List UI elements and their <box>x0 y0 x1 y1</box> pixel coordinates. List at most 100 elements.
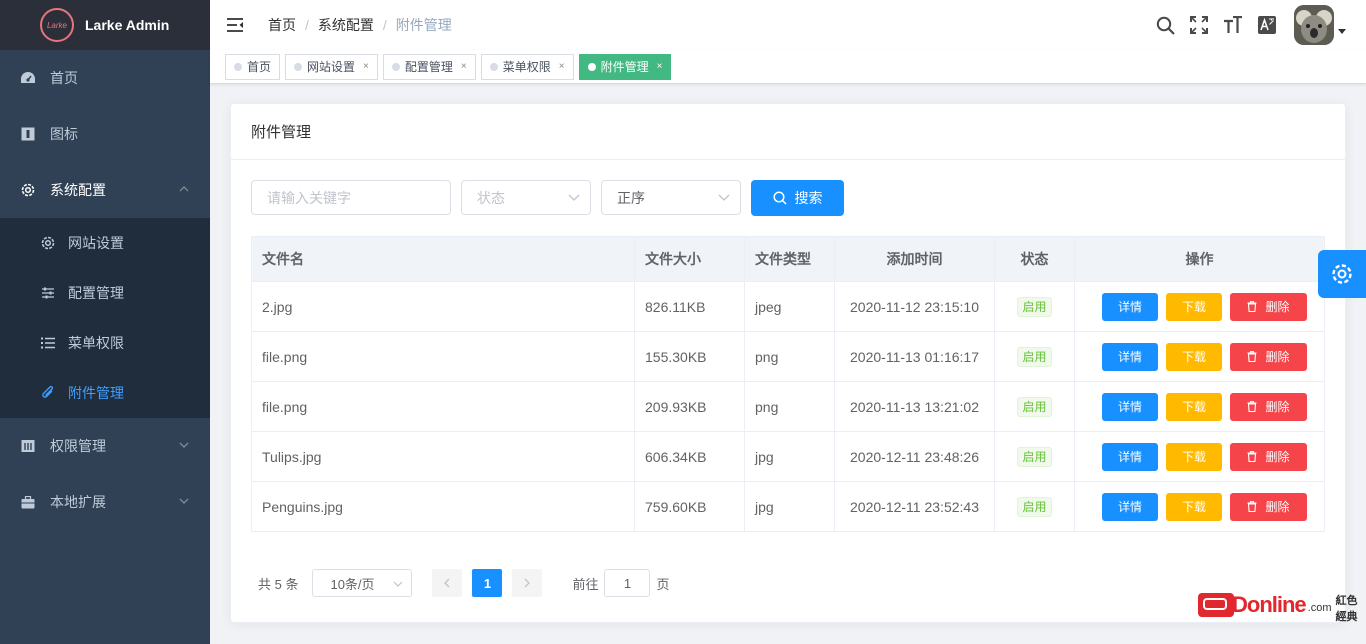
delete-button[interactable]: 删除 <box>1230 492 1307 521</box>
breadcrumb-item[interactable]: 首页 <box>268 15 296 35</box>
tag-home[interactable]: 首页 <box>225 53 281 80</box>
sidebar-item-label: 配置管理 <box>68 285 124 301</box>
breadcrumb-item: 附件管理 <box>395 17 452 33</box>
sidebar-item-system-config[interactable]: 系统配置 <box>0 162 210 218</box>
file-type-cell: jpg <box>744 481 835 532</box>
tag-attachments[interactable]: 附件管理 × <box>578 53 672 80</box>
logo-area[interactable]: Larke Larke Admin <box>0 0 210 50</box>
actions-cell: 详情 下载 删除 <box>1074 481 1325 532</box>
tag-label: 首页 <box>247 60 272 74</box>
sidebar-item-config-manage[interactable]: 配置管理 <box>0 268 210 318</box>
briefcase-icon <box>20 494 36 510</box>
delete-button-label: 删除 <box>1265 350 1290 364</box>
trash-icon <box>1247 301 1265 312</box>
table-row: 2.jpg 826.11KB jpeg 2020-11-12 23:15:10 启用 详情… <box>251 281 1325 332</box>
actions-cell: 详情 下载 删除 <box>1074 331 1325 382</box>
detail-button[interactable]: 详情 <box>1102 392 1158 421</box>
detail-button[interactable]: 详情 <box>1102 442 1158 471</box>
status-cell: 启用 <box>994 381 1075 432</box>
tag-config-manage[interactable]: 配置管理 × <box>382 53 476 80</box>
search-icon[interactable] <box>1148 8 1182 42</box>
detail-button[interactable]: 详情 <box>1102 492 1158 521</box>
delete-button[interactable]: 删除 <box>1230 442 1307 471</box>
sidebar-item-site-settings[interactable]: 网站设置 <box>0 218 210 268</box>
breadcrumb-item[interactable]: 系统配置 <box>318 15 374 35</box>
sidebar-item-menu-permissions[interactable]: 菜单权限 <box>0 318 210 368</box>
language-icon[interactable] <box>1250 8 1284 42</box>
sidebar-item-local-extensions[interactable]: 本地扩展 <box>0 474 210 530</box>
avatar[interactable] <box>1294 5 1334 45</box>
filter-bar: 请输入关键字 状态 正序 搜索 <box>251 180 844 216</box>
trash-icon <box>1247 451 1265 462</box>
watermark-logo-icon <box>1198 593 1234 617</box>
added-time-cell: 2020-11-12 23:15:10 <box>834 281 995 332</box>
page-size-select[interactable]: 10条/页 <box>312 569 413 597</box>
detail-button[interactable]: 详情 <box>1102 342 1158 371</box>
next-page-button[interactable] <box>512 569 543 597</box>
goto-page-input[interactable]: 1 <box>604 569 651 597</box>
download-button[interactable]: 下载 <box>1166 342 1222 371</box>
delete-button[interactable]: 删除 <box>1230 392 1307 421</box>
watermark-cn: 紅色經典 <box>1335 595 1358 623</box>
download-button[interactable]: 下载 <box>1166 492 1222 521</box>
delete-button[interactable]: 删除 <box>1230 342 1307 371</box>
sidebar-item-home[interactable]: 首页 <box>0 50 210 106</box>
tag-dot <box>234 62 242 71</box>
search-button[interactable]: 搜索 <box>751 180 844 216</box>
file-name-cell: Tulips.jpg <box>251 431 635 482</box>
delete-button[interactable]: 删除 <box>1230 292 1307 321</box>
hamburger-icon[interactable] <box>226 17 262 33</box>
chevron-up-icon <box>178 183 190 195</box>
paperclip-icon <box>40 385 56 401</box>
status-badge: 启用 <box>1017 296 1052 317</box>
font-size-icon[interactable] <box>1216 8 1250 42</box>
table-row: file.png 155.30KB png 2020-11-13 01:16:17 启用… <box>251 331 1325 382</box>
search-icon <box>772 191 795 205</box>
goto-suffix: 页 <box>656 576 670 592</box>
detail-button[interactable]: 详情 <box>1102 292 1158 321</box>
close-icon[interactable]: × <box>363 61 369 72</box>
attachments-table: 文件名 文件大小 文件类型 添加时间 状态 操作 2.jpg 826.11KB jp… <box>251 236 1325 532</box>
download-button[interactable]: 下载 <box>1166 392 1222 421</box>
breadcrumb-separator: / <box>305 17 309 33</box>
close-icon[interactable]: × <box>559 61 565 72</box>
file-type-cell: png <box>744 381 835 432</box>
delete-button-label: 删除 <box>1265 300 1290 314</box>
chevron-down-icon <box>718 193 730 203</box>
close-icon[interactable]: × <box>657 61 663 72</box>
status-select[interactable]: 状态 <box>461 180 591 215</box>
tag-dot <box>587 62 596 71</box>
order-select[interactable]: 正序 <box>601 180 741 215</box>
download-button[interactable]: 下载 <box>1166 292 1222 321</box>
prev-page-button[interactable] <box>432 569 463 597</box>
fullscreen-icon[interactable] <box>1182 8 1216 42</box>
sidebar-item-attachments[interactable]: 附件管理 <box>0 368 210 418</box>
delete-button-label: 删除 <box>1265 400 1290 414</box>
file-size-cell: 826.11KB <box>634 281 745 332</box>
status-select-placeholder: 状态 <box>477 189 505 206</box>
tag-menu-permissions[interactable]: 菜单权限 × <box>480 53 574 80</box>
download-button[interactable]: 下载 <box>1166 442 1222 471</box>
status-badge: 启用 <box>1017 496 1052 517</box>
settings-panel-button[interactable] <box>1318 250 1366 298</box>
table-row: file.png 209.93KB png 2020-11-13 13:21:02 启用… <box>251 381 1325 432</box>
sidebar-item-permissions[interactable]: 权限管理 <box>0 418 210 474</box>
watermark-domain: .com <box>1307 602 1332 614</box>
close-icon[interactable]: × <box>461 61 467 72</box>
page-size-value: 10条/页 <box>330 576 375 592</box>
logo-icon: Larke <box>40 8 74 42</box>
permission-icon <box>20 438 36 454</box>
sidebar-item-icons[interactable]: 图标 <box>0 106 210 162</box>
chevron-down-icon <box>568 193 580 203</box>
tag-label: 菜单权限 <box>502 60 551 74</box>
file-size-cell: 759.60KB <box>634 481 745 532</box>
keyword-input[interactable]: 请输入关键字 <box>251 180 451 215</box>
page-number-current[interactable]: 1 <box>472 569 503 597</box>
added-time-cell: 2020-12-11 23:48:26 <box>834 431 995 482</box>
dashboard-icon <box>20 70 36 86</box>
tag-site-settings[interactable]: 网站设置 × <box>285 53 378 80</box>
navbar-actions <box>1148 0 1346 50</box>
caret-down-icon[interactable] <box>1338 29 1346 35</box>
file-size-cell: 155.30KB <box>634 331 745 382</box>
status-cell: 启用 <box>994 281 1075 332</box>
